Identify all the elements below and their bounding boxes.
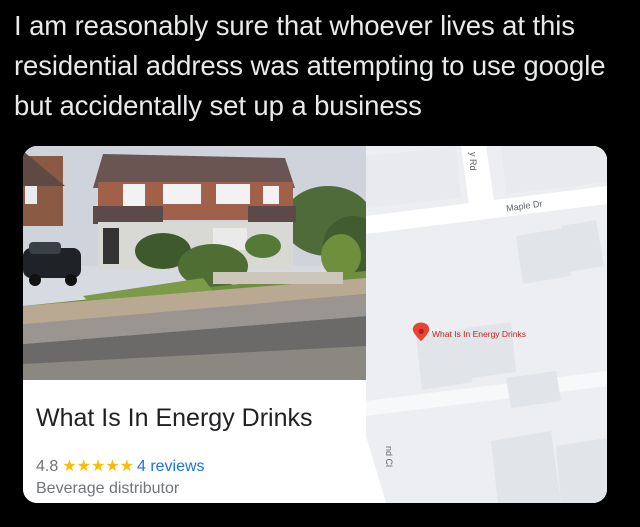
map-view[interactable]: Maple Dr y Rd nd Cl What Is In Energy Dr… [366, 146, 607, 503]
rating-row: 4.8 ★★★★★ 4 reviews [36, 456, 205, 476]
business-name[interactable]: What Is In Energy Drinks [36, 404, 312, 433]
street-label-cl: nd Cl [384, 446, 394, 468]
street-view-photo[interactable] [23, 146, 366, 380]
business-category: Beverage distributor [36, 480, 180, 497]
business-card[interactable]: What Is In Energy Drinks 4.8 ★★★★★ 4 revie… [23, 146, 607, 503]
star-rating-icon: ★★★★★ [62, 458, 134, 475]
business-info: What Is In Energy Drinks 4.8 ★★★★★ 4 revie… [23, 380, 366, 503]
street-label-rd: y Rd [468, 152, 478, 171]
tweet-text: I am reasonably sure that whoever lives … [14, 10, 606, 121]
rating-value: 4.8 [36, 458, 59, 475]
reviews-link[interactable]: 4 reviews [137, 458, 205, 475]
map-pin-label[interactable]: What Is In Energy Drinks [432, 329, 526, 339]
